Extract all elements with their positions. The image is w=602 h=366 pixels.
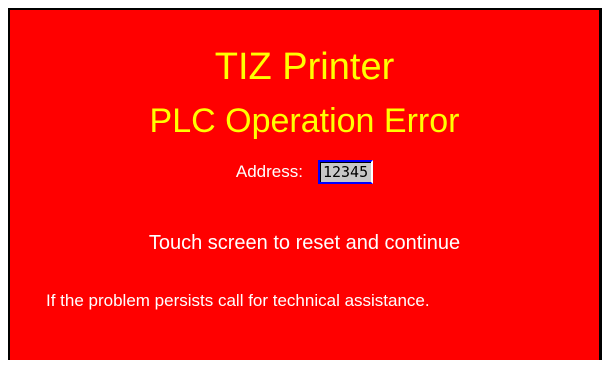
- error-title: PLC Operation Error: [149, 102, 460, 140]
- address-row: Address: 12345: [10, 160, 599, 186]
- reset-instruction: Touch screen to reset and continue: [148, 232, 461, 254]
- address-label: Address:: [235, 162, 303, 181]
- address-value-field: 12345: [317, 160, 374, 184]
- hmi-frame: TIZ Printer PLC Operation Error Address:…: [0, 0, 602, 366]
- assistance-message: If the problem persists call for technic…: [46, 291, 430, 310]
- app-title: TIZ Printer: [214, 46, 395, 88]
- error-screen[interactable]: TIZ Printer PLC Operation Error Address:…: [8, 8, 602, 360]
